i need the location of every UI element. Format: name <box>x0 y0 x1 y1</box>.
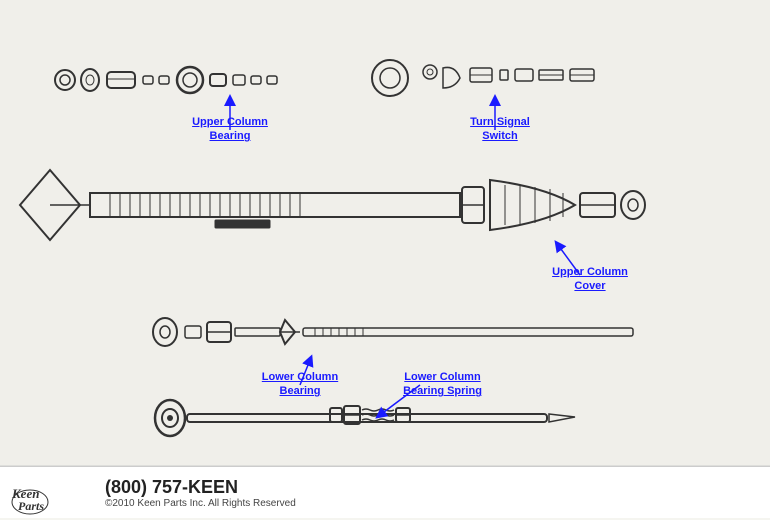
turn-signal-switch-label: Turn Signal Switch <box>455 115 545 144</box>
diagram-container: Upper Column Bearing Turn Signal Switch … <box>0 0 770 518</box>
upper-column-cover-label: Upper Column Cover <box>545 265 635 294</box>
lower-column-bearing-label: Lower Column Bearing <box>255 370 345 399</box>
upper-column-bearing-label: Upper Column Bearing <box>185 115 275 144</box>
parts-diagram-svg <box>0 0 770 518</box>
company-logo: Keen Parts <box>10 470 95 515</box>
footer: Keen Parts (800) 757-KEEN ©2010 Keen Par… <box>0 466 770 518</box>
svg-text:Parts: Parts <box>18 499 44 513</box>
lower-column-bearing-spring-label: Lower Column Bearing Spring <box>390 370 495 399</box>
copyright-text: ©2010 Keen Parts Inc. All Rights Reserve… <box>105 498 296 509</box>
phone-number: (800) 757-KEEN <box>105 477 288 498</box>
